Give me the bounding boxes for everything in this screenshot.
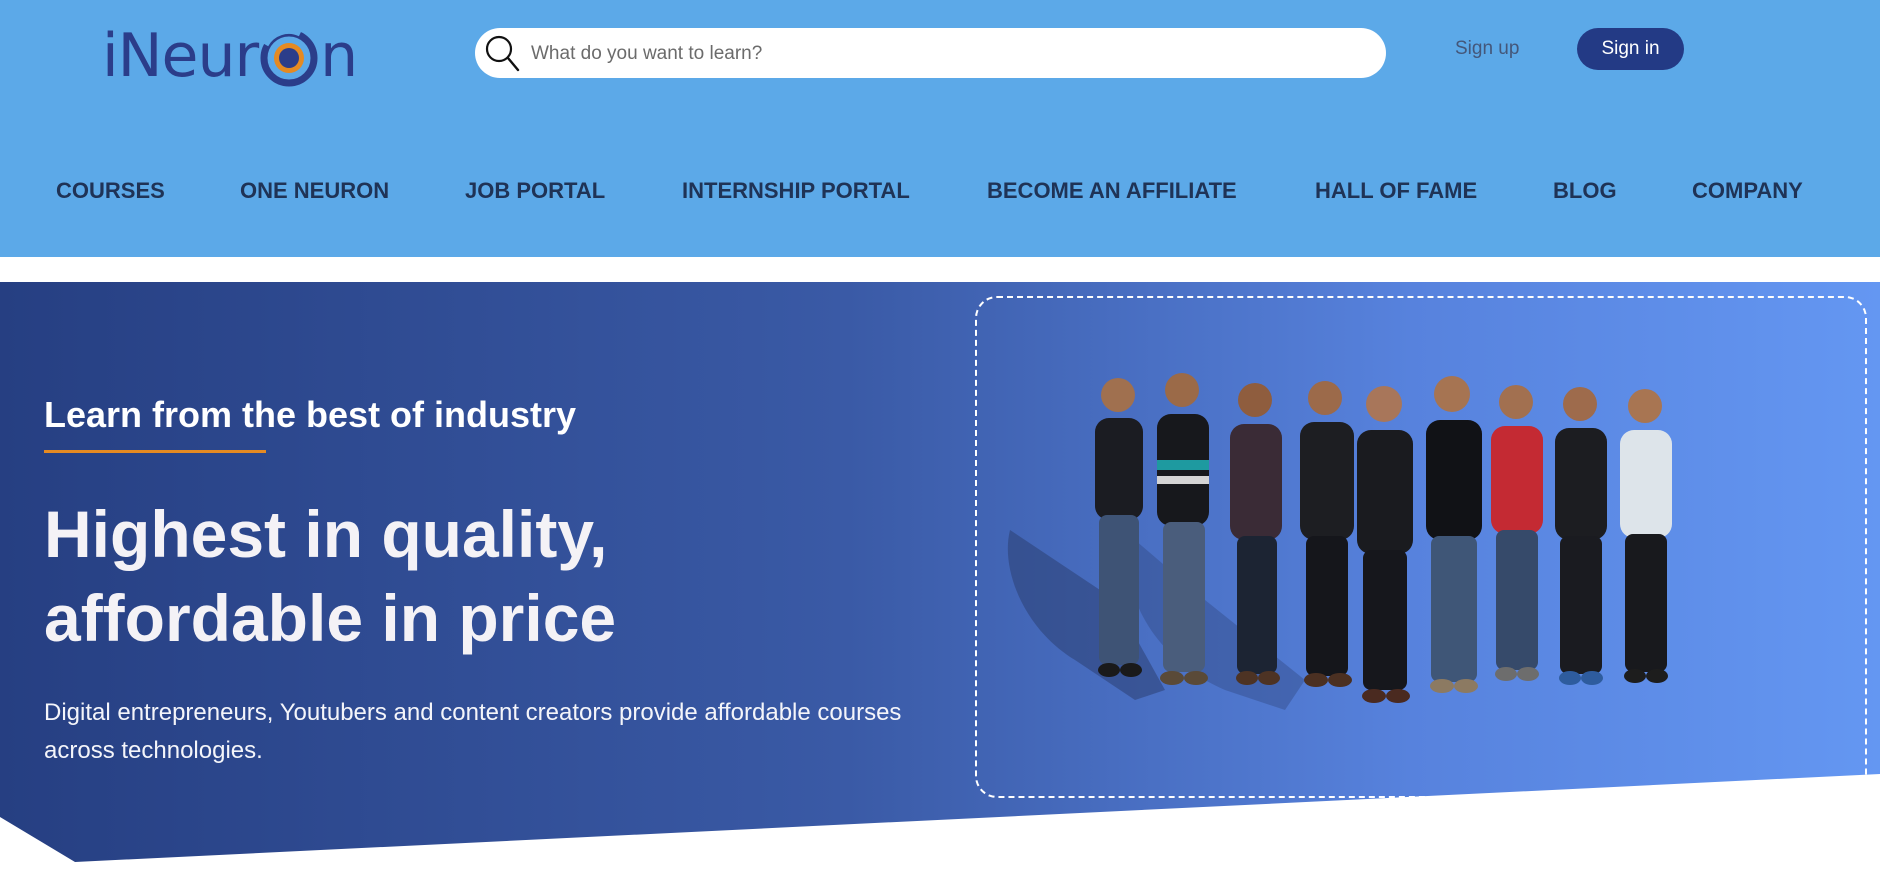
- person-4: [1300, 381, 1354, 687]
- sign-in-button[interactable]: Sign in: [1577, 28, 1684, 70]
- person-7: [1491, 385, 1543, 681]
- hero-headline: Highest in quality, affordable in price: [44, 497, 617, 655]
- hero-eyebrow: Learn from the best of industry: [44, 394, 577, 435]
- search-icon[interactable]: [483, 33, 521, 73]
- nav-internship-portal[interactable]: INTERNSHIP PORTAL: [682, 178, 910, 204]
- person-9: [1620, 389, 1672, 683]
- sign-up-link[interactable]: Sign up: [1455, 30, 1519, 68]
- site-header: iNeur n Sign up Sign in COURSES ONE NEUR…: [0, 0, 1880, 257]
- nav-courses[interactable]: COURSES: [56, 178, 165, 204]
- logo-o-icon: [260, 28, 318, 87]
- person-5: [1357, 386, 1413, 703]
- nav-hall-of-fame[interactable]: HALL OF FAME: [1315, 178, 1477, 204]
- nav-company[interactable]: COMPANY: [1692, 178, 1803, 204]
- nav-job-portal[interactable]: JOB PORTAL: [465, 178, 605, 204]
- person-3: [1230, 383, 1282, 685]
- logo-text-end: n: [320, 21, 358, 91]
- team-photo: [1007, 373, 1672, 710]
- logo-text-start: iNeur: [102, 21, 259, 91]
- person-8: [1555, 387, 1607, 685]
- ineuron-logo[interactable]: iNeur n: [102, 18, 358, 94]
- nav-blog[interactable]: BLOG: [1553, 178, 1617, 204]
- nav-one-neuron[interactable]: ONE NEURON: [240, 178, 389, 204]
- hero-subtext: Digital entrepreneurs, Youtubers and con…: [44, 699, 902, 764]
- person-1: [1095, 378, 1143, 677]
- person-2: [1157, 373, 1209, 685]
- search-bar: [475, 28, 1386, 80]
- nav-become-an-affiliate[interactable]: BECOME AN AFFILIATE: [987, 178, 1237, 204]
- person-6: [1426, 376, 1482, 693]
- main-nav: COURSES ONE NEURON JOB PORTAL INTERNSHIP…: [0, 170, 1880, 214]
- eyebrow-underline: [44, 450, 266, 453]
- search-input[interactable]: [529, 28, 1353, 80]
